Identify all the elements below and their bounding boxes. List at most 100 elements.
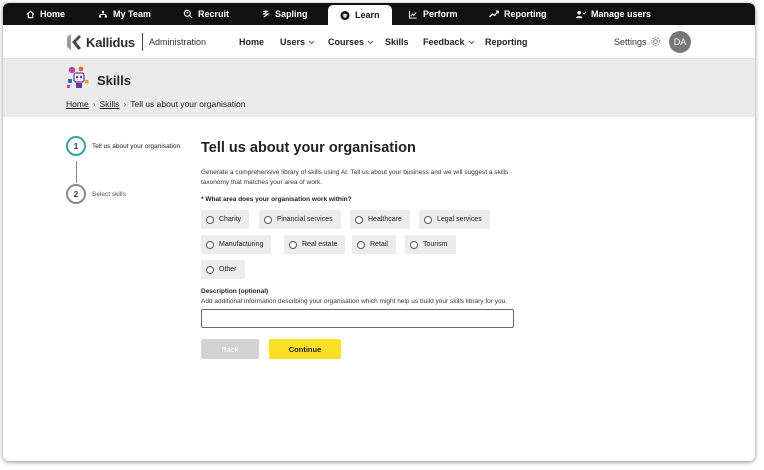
learn-icon: [340, 10, 350, 20]
form-intro: Generate a comprehensive library of skil…: [201, 169, 509, 186]
nav-reporting-label: Reporting: [485, 37, 528, 47]
gear-icon: [650, 37, 660, 46]
nav-users[interactable]: Users: [280, 37, 315, 47]
option-tourism[interactable]: Tourism: [405, 235, 456, 254]
radio-button[interactable]: [206, 215, 214, 224]
option-label: Healthcare: [368, 216, 402, 223]
description-label: Description (optional): [201, 288, 269, 295]
nav-feedback-label: Feedback: [423, 37, 465, 47]
radio-button[interactable]: [206, 265, 214, 274]
skills-robot-icon: [67, 66, 89, 88]
nav-skills[interactable]: Skills: [385, 37, 409, 47]
area-question: * What area does your organisation work …: [201, 196, 352, 203]
option-label: Charity: [219, 216, 242, 223]
radio-button[interactable]: [264, 215, 272, 224]
radio-button[interactable]: [410, 240, 418, 249]
option-legal-services[interactable]: Legal services: [419, 210, 490, 229]
nav-users-label: Users: [280, 37, 306, 47]
settings-label: Settings: [614, 36, 647, 47]
nav-skills-label: Skills: [385, 37, 409, 47]
recruit-icon: [183, 9, 193, 19]
product-sapling[interactable]: Sapling: [260, 3, 308, 25]
perform-icon: [408, 9, 418, 19]
sapling-icon: [260, 9, 270, 19]
page-title: Skills: [97, 73, 131, 88]
radio-button[interactable]: [424, 215, 432, 224]
nav-home-label: Home: [239, 37, 265, 47]
organisation-form: Tell us about your organisation Generate…: [201, 140, 531, 359]
product-home-label: Home: [40, 9, 66, 19]
breadcrumb-separator-icon: ›: [123, 99, 127, 109]
nav-reporting[interactable]: Reporting: [485, 37, 528, 47]
kallidus-logo-icon: [67, 34, 81, 50]
settings-link[interactable]: Settings: [614, 36, 661, 47]
brand-name: Kallidus: [86, 34, 135, 50]
breadcrumb: Home › Skills › Tell us about your organ…: [66, 99, 246, 109]
option-label: Real estate: [302, 241, 338, 248]
breadcrumb-home[interactable]: Home: [66, 99, 89, 109]
step-2: 2 Select skills: [66, 184, 126, 204]
product-my-team[interactable]: My Team: [98, 3, 151, 25]
kallidus-logo[interactable]: Kallidus Administration: [66, 33, 206, 51]
back-button[interactable]: Back: [201, 339, 259, 359]
step-1-label: Tell us about your organisation: [92, 142, 181, 150]
team-icon: [98, 9, 108, 19]
step-1-number: 1: [66, 136, 86, 156]
step-2-number: 2: [66, 184, 86, 204]
option-label: Tourism: [423, 241, 448, 248]
radio-button[interactable]: [357, 240, 365, 249]
option-manufacturing[interactable]: Manufacturing: [201, 235, 272, 254]
chevron-down-icon: [308, 40, 315, 44]
product-manage-users[interactable]: Manage users: [576, 3, 651, 25]
admin-header: Kallidus Administration Home Users Cours…: [3, 25, 755, 59]
product-manage-users-label: Manage users: [591, 9, 652, 19]
option-label: Retail: [370, 241, 388, 248]
product-learn-label: Learn: [355, 10, 380, 20]
product-home[interactable]: Home: [25, 3, 65, 25]
option-other[interactable]: Other: [201, 260, 245, 279]
section-name: Administration: [148, 37, 206, 47]
chevron-down-icon: [468, 40, 474, 44]
product-perform-label: Perform: [423, 9, 458, 19]
nav-feedback[interactable]: Feedback: [423, 37, 475, 47]
nav-courses[interactable]: Courses: [328, 37, 374, 47]
home-icon: [25, 9, 35, 19]
description-help: Add additional information describing yo…: [201, 298, 508, 305]
nav-home[interactable]: Home: [239, 37, 264, 47]
breadcrumb-skills[interactable]: Skills: [100, 99, 120, 109]
step-1: 1 Tell us about your organisation: [66, 136, 180, 156]
description-input[interactable]: [201, 309, 514, 328]
product-my-team-label: My Team: [113, 9, 151, 19]
option-label: Other: [219, 266, 237, 273]
radio-button[interactable]: [355, 215, 363, 224]
product-perform[interactable]: Perform: [408, 3, 458, 25]
step-2-label: Select skills: [92, 190, 126, 198]
reporting-icon: [489, 9, 499, 19]
product-reporting-label: Reporting: [504, 9, 547, 19]
radio-button[interactable]: [289, 240, 297, 249]
product-learn[interactable]: Learn: [328, 5, 392, 25]
breadcrumb-separator-icon: ›: [92, 99, 96, 109]
step-connector: [76, 161, 77, 183]
product-reporting[interactable]: Reporting: [489, 3, 547, 25]
product-recruit-label: Recruit: [198, 9, 230, 19]
option-label: Financial services: [277, 216, 333, 223]
option-healthcare[interactable]: Healthcare: [350, 210, 410, 229]
option-charity[interactable]: Charity: [201, 210, 250, 229]
option-financial-services[interactable]: Financial services: [259, 210, 341, 229]
option-real-estate[interactable]: Real estate: [284, 235, 346, 254]
page-header: Skills Home › Skills › Tell us about you…: [3, 59, 755, 117]
logo-divider: [141, 33, 143, 51]
form-heading: Tell us about your organisation: [201, 140, 416, 156]
continue-button[interactable]: Continue: [269, 339, 341, 359]
product-recruit[interactable]: Recruit: [183, 3, 229, 25]
product-bar: Home My Team Recruit Sapling Learn Perfo…: [3, 3, 755, 25]
product-sapling-label: Sapling: [275, 9, 308, 19]
option-retail[interactable]: Retail: [352, 235, 396, 254]
user-avatar[interactable]: DA: [669, 31, 691, 53]
manage-users-icon: [576, 9, 586, 19]
radio-button[interactable]: [206, 240, 214, 249]
breadcrumb-current: Tell us about your organisation: [130, 99, 246, 109]
chevron-down-icon: [367, 40, 374, 44]
option-label: Legal services: [437, 216, 482, 223]
